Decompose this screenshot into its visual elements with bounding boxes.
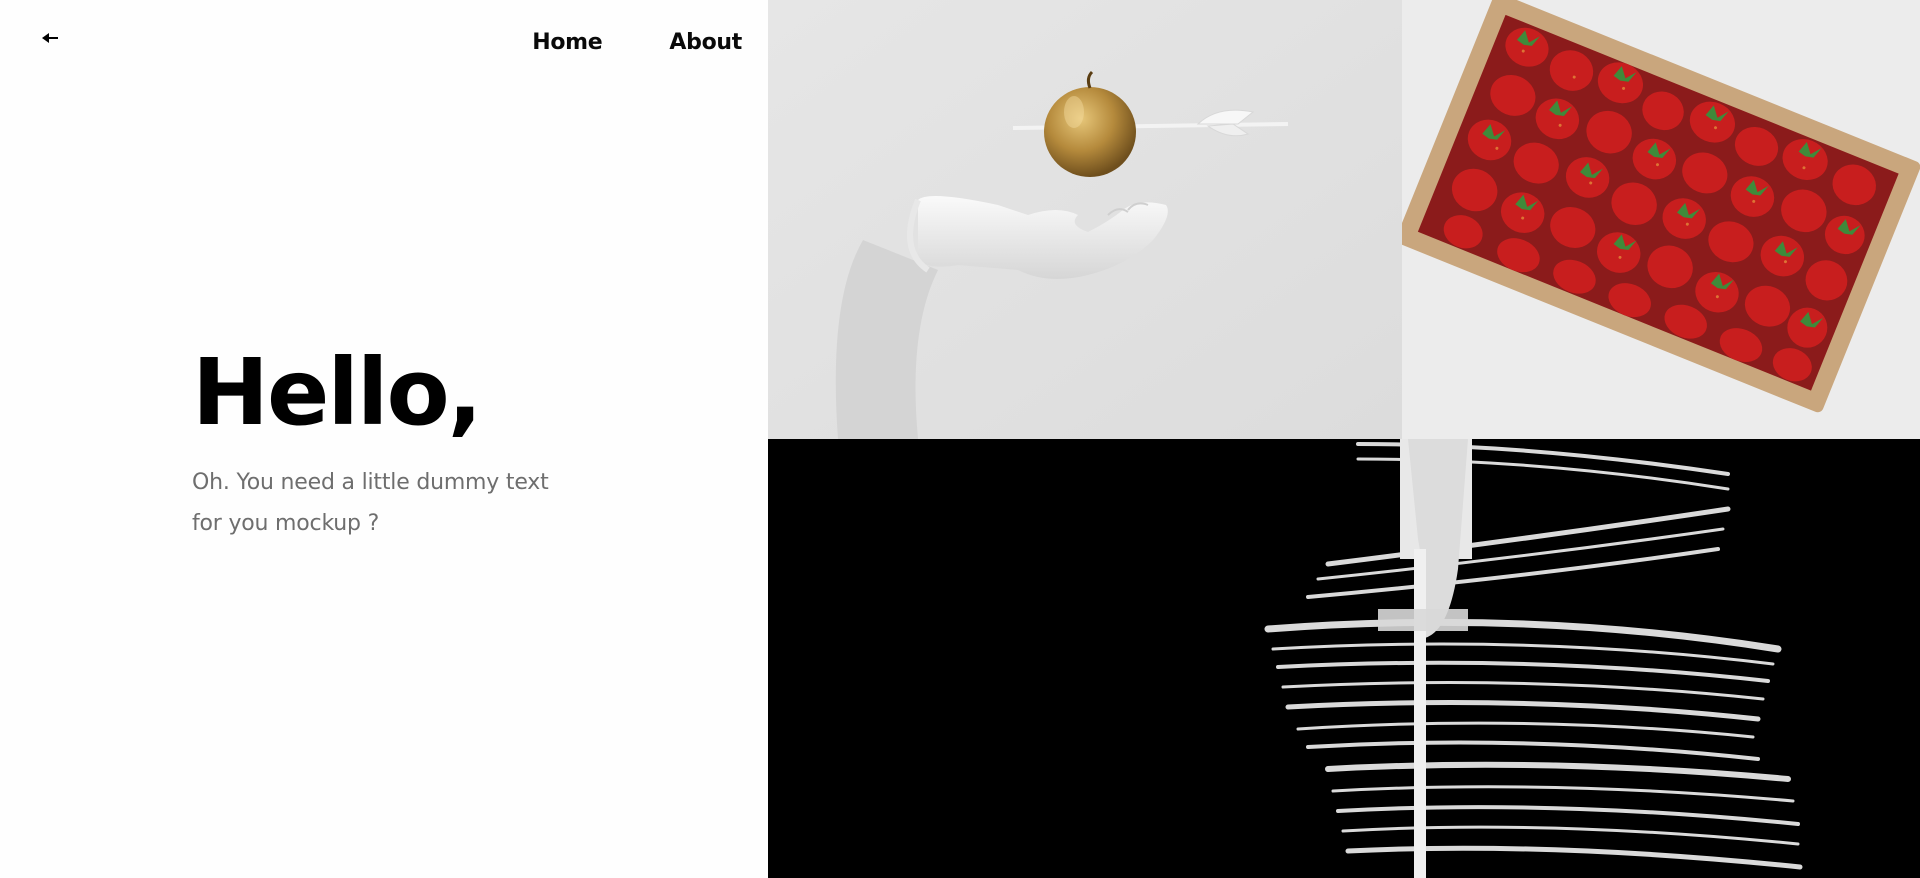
hero-subtitle: Oh. You need a little dummy text for you… xyxy=(192,470,549,536)
strawberries-image xyxy=(1402,0,1920,439)
main-nav: Home About xyxy=(532,30,742,55)
brush-strokes-image xyxy=(768,439,1920,878)
apple-image xyxy=(768,0,1402,439)
image-gallery xyxy=(768,0,1920,878)
arrow-left-icon xyxy=(42,33,58,43)
hero-title: Hello, xyxy=(192,339,483,446)
hero: Hello, Oh. You need a little dummy text … xyxy=(192,338,572,544)
back-button[interactable] xyxy=(38,26,64,50)
nav-home-link[interactable]: Home xyxy=(532,30,602,55)
nav-about-link[interactable]: About xyxy=(669,30,742,55)
intro-panel: Home About Hello, Oh. You need a little … xyxy=(0,0,768,878)
